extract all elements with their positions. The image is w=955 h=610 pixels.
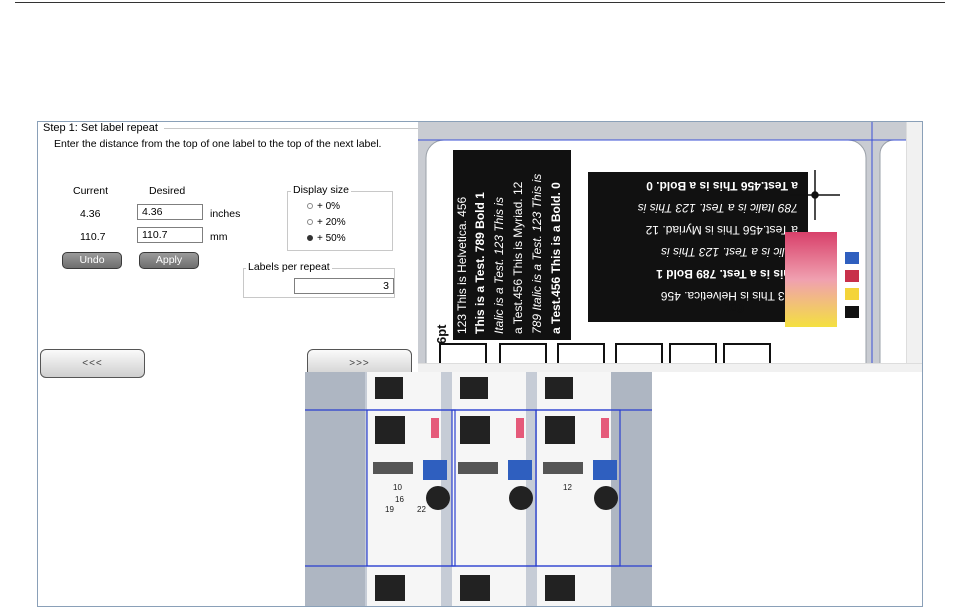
label-overview-image: 10 12 16 19 22 — [305, 372, 652, 606]
rotated-line: 789 Italic is a Test. 123 This is — [530, 174, 544, 334]
rotated-line: 123 This is Helvetica. 456 — [455, 196, 469, 334]
undo-button[interactable]: Undo — [62, 252, 122, 269]
labels-per-repeat-input[interactable]: 3 — [294, 278, 394, 294]
overview-number: 22 — [417, 505, 426, 514]
current-inches: 4.36 — [80, 208, 101, 220]
rotated-line: This is a Test. 789 Bold 1 — [473, 192, 487, 334]
option-label: + 50% — [317, 233, 346, 244]
display-size-option-50[interactable]: + 50% — [307, 233, 346, 244]
mm-unit: mm — [210, 231, 228, 243]
current-header: Current — [73, 185, 109, 197]
step-title: Step 1: Set label repeat — [43, 122, 158, 134]
previous-button[interactable]: <<< — [40, 349, 145, 378]
upside-down-line: 789 Italic is a Test. 123 This is — [638, 201, 798, 215]
step-settings: Step 1: Set label repeat Enter the dista… — [38, 122, 418, 353]
overview-number: 10 — [393, 483, 402, 492]
upside-down-line: a Test.456 This is Myriad. 12 — [645, 223, 798, 237]
desired-header: Desired — [149, 185, 186, 197]
labels-per-repeat-legend: Labels per repeat — [246, 261, 332, 273]
pt-label: 6pt — [724, 301, 744, 316]
inches-unit: inches — [210, 208, 241, 220]
desired-mm-input[interactable]: 110.7 — [137, 227, 203, 243]
radio-icon — [307, 203, 313, 210]
display-size-option-0[interactable]: + 0% — [307, 201, 340, 212]
overview-number: 12 — [563, 483, 572, 492]
apply-button[interactable]: Apply — [139, 252, 199, 269]
zoomed-label-image: 123 This is Helvetica. 456 This is a Tes… — [418, 122, 921, 372]
pt-label: 6pt — [434, 324, 449, 344]
vertical-scrollbar[interactable] — [906, 122, 922, 364]
group-border — [164, 128, 418, 129]
rotated-line: a Test.456 This is Myriad. 12 — [511, 181, 525, 334]
label-repeat-panel: Step 1: Set label repeat Enter the dista… — [37, 121, 923, 607]
rotated-line: Italic is a Test. 123 This is — [492, 197, 506, 334]
upside-down-line: a Test.456 This is a Bold. 0 — [646, 179, 798, 193]
option-label: + 20% — [317, 217, 346, 228]
zoomed-label-view[interactable]: 123 This is Helvetica. 456 This is a Tes… — [418, 122, 922, 372]
horizontal-scrollbar[interactable] — [418, 363, 922, 372]
overview-number: 16 — [395, 495, 404, 504]
overview-number: 19 — [385, 505, 394, 514]
radio-icon — [307, 219, 313, 226]
display-size-option-20[interactable]: + 20% — [307, 217, 346, 228]
label-overview[interactable]: 10 12 16 19 22 — [305, 372, 652, 606]
upside-down-line: Italic is a Test. 123 This is — [661, 245, 798, 259]
upside-down-line: 123 This is Helvetica. 456 — [660, 289, 798, 303]
option-label: + 0% — [317, 201, 341, 212]
desired-inches-input[interactable]: 4.36 — [137, 204, 203, 220]
display-size-legend: Display size — [291, 184, 352, 196]
current-mm: 110.7 — [80, 231, 106, 243]
radio-selected-icon — [307, 235, 313, 242]
instructions-text: Enter the distance from the top of one l… — [54, 138, 382, 150]
rotated-line: a Test.456 This is a Bold. 0 — [549, 182, 563, 334]
upside-down-line: This is a Test. 789 Bold 1 — [656, 267, 798, 281]
top-rule — [15, 2, 945, 3]
